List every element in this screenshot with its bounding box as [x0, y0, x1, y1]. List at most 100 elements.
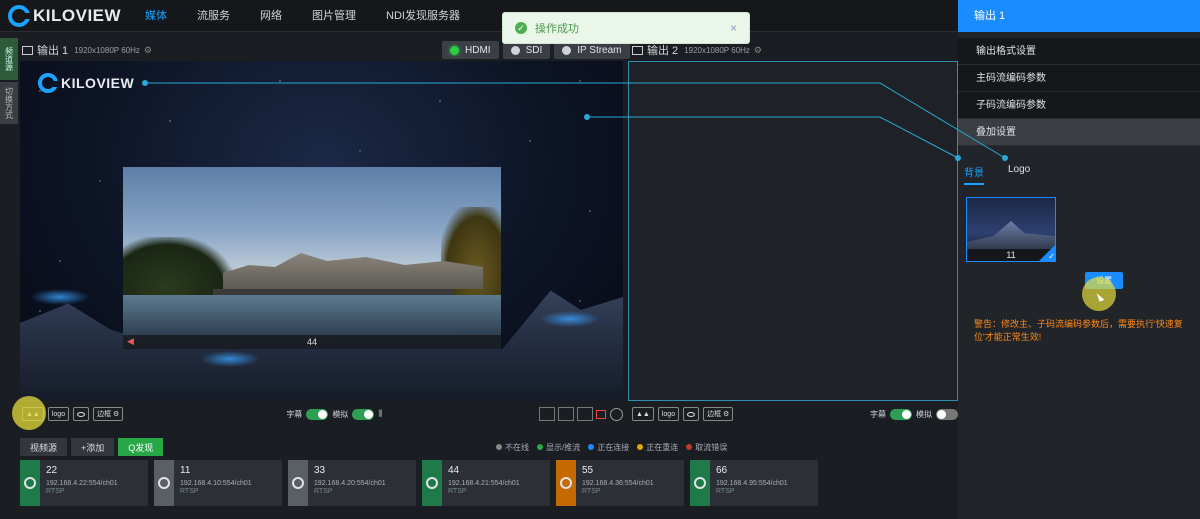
selected-check-icon: ✓: [1039, 245, 1055, 261]
legend-label: 正在连接: [597, 442, 630, 452]
output1-canvas[interactable]: KILOVIEW 44 ◀: [20, 61, 623, 401]
source-card[interactable]: 11 192.168.4.10:554/ch01 RTSP: [154, 460, 282, 506]
status-dot-icon: [510, 45, 520, 55]
source-icon: [292, 477, 304, 489]
eye-shape: [77, 411, 86, 417]
minus-circle-icon[interactable]: [610, 407, 623, 421]
menu-item-sub-stream-encoding[interactable]: 子码流编码参数: [958, 92, 1200, 119]
source-info: 44 192.168.4.21:554/ch01 RTSP: [442, 460, 526, 506]
source-card[interactable]: 22 192.168.4.22:554/ch01 RTSP: [20, 460, 148, 506]
source-name: 22: [46, 465, 58, 476]
source-status-strip: [154, 460, 174, 506]
logo-button[interactable]: logo: [657, 407, 680, 421]
side-tab-switch-mode[interactable]: 切换方式: [0, 82, 18, 124]
pip-window[interactable]: 44 ◀: [123, 167, 501, 349]
side-tab-channel-source[interactable]: 频道源: [0, 38, 18, 80]
output1-title: 输出 1: [37, 45, 69, 57]
tab-hdmi[interactable]: HDMI: [442, 41, 499, 59]
menu-item-main-stream-encoding[interactable]: 主码流编码参数: [958, 65, 1200, 92]
source-protocol: RTSP: [582, 488, 601, 495]
close-icon[interactable]: ×: [730, 21, 737, 35]
source-info: 66 192.168.4.95:554/ch01 RTSP: [710, 460, 794, 506]
nav-item-stream-service[interactable]: 流服务: [182, 0, 245, 32]
border-label: 边框: [97, 411, 112, 418]
legend-label: 正在重连: [646, 442, 679, 452]
eye-icon[interactable]: [683, 407, 700, 421]
check-mark: ✓: [1048, 252, 1055, 261]
logo-ring-icon: [38, 73, 59, 93]
add-button[interactable]: +添加: [71, 438, 115, 456]
output2-resolution: 1920x1080P 60Hz: [684, 45, 750, 55]
legend-reconnecting: 正在重连: [637, 442, 678, 453]
tab-logo[interactable]: Logo: [1008, 164, 1030, 185]
menu-item-output-format[interactable]: 输出格式设置: [958, 38, 1200, 65]
legend-label: 显示/推流: [546, 442, 581, 452]
discover-button[interactable]: Q发现: [118, 438, 164, 456]
speaker-icon[interactable]: ◀: [127, 336, 134, 347]
border-label: 边框: [707, 411, 722, 418]
source-name: 66: [716, 465, 728, 476]
legend-offline: 不在线: [496, 442, 529, 453]
gear-icon[interactable]: ⚙: [754, 45, 762, 56]
source-protocol: RTSP: [716, 488, 735, 495]
eye-icon[interactable]: [73, 407, 90, 421]
nav-menu: 媒体 流服务 网络 图片管理 NDI发现服务器: [130, 0, 475, 32]
status-dot-icon: [450, 45, 459, 55]
image-button[interactable]: ▲▲: [632, 407, 654, 421]
border-button[interactable]: 边框 ⚙: [93, 407, 124, 421]
legend-connecting: 正在连接: [588, 442, 629, 453]
nav-item-network[interactable]: 网络: [245, 0, 297, 32]
menu-item-overlay-settings[interactable]: 叠加设置: [958, 119, 1200, 146]
logo-ring-icon: [8, 5, 31, 27]
source-url: 192.168.4.95:554/ch01: [716, 480, 788, 487]
output1-toolbar: ▲▲ logo 边框 ⚙ 字幕 模拟 ⫼: [20, 404, 623, 424]
source-icon: [158, 477, 170, 489]
legend-dot-icon: [588, 444, 595, 451]
subtitle-toggle[interactable]: [890, 408, 912, 420]
record-icon[interactable]: [596, 409, 606, 419]
logo-overlay[interactable]: KILOVIEW: [38, 73, 134, 93]
source-info: 11 192.168.4.10:554/ch01 RTSP: [174, 460, 258, 506]
tab-sdi-label: SDI: [525, 44, 543, 56]
tab-hdmi-label: HDMI: [465, 44, 491, 56]
subtitle-toggle[interactable]: [306, 408, 329, 420]
warning-text: 警告：修改主、子码流编码参数后，需要执行'快速复位'才能正常生效!: [974, 319, 1183, 342]
source-status-strip: [288, 460, 308, 506]
source-card[interactable]: 55 192.168.4.36:554/ch01 RTSP: [556, 460, 684, 506]
layout-quad-icon[interactable]: [558, 407, 574, 421]
source-card[interactable]: 44 192.168.4.21:554/ch01 RTSP: [422, 460, 550, 506]
app-root: KILOVIEW 媒体 流服务 网络 图片管理 NDI发现服务器 ✓ 操作成功 …: [0, 0, 1200, 519]
logo-button[interactable]: logo: [47, 407, 70, 421]
source-name: 44: [448, 465, 460, 476]
analog-toggle[interactable]: [936, 408, 958, 420]
border-button[interactable]: 边框 ⚙: [703, 407, 734, 421]
success-toast: ✓ 操作成功 ×: [502, 12, 750, 44]
layout-split-icon[interactable]: [577, 407, 593, 421]
background-thumbnail[interactable]: 11 ✓: [966, 197, 1056, 262]
top-nav: KILOVIEW 媒体 流服务 网络 图片管理 NDI发现服务器: [0, 0, 958, 32]
image-icon: [22, 45, 33, 55]
source-icon: [24, 477, 36, 489]
source-name: 11: [180, 465, 191, 476]
nav-item-media[interactable]: 媒体: [130, 0, 182, 32]
legend-dot-icon: [496, 444, 502, 451]
layout-single-icon[interactable]: [539, 407, 555, 421]
analog-toggle[interactable]: [352, 408, 375, 420]
pip-label: 44: [123, 335, 501, 349]
gear-icon[interactable]: ⚙: [144, 45, 152, 56]
legend-error: 取流错误: [686, 442, 727, 453]
video-source-button[interactable]: 视频源: [20, 438, 68, 456]
sliders-icon[interactable]: ⫼: [378, 409, 382, 419]
source-protocol: RTSP: [180, 488, 199, 495]
tab-background[interactable]: 背景: [964, 164, 984, 185]
output2-canvas[interactable]: [628, 61, 958, 401]
glow-decoration: [200, 351, 260, 367]
source-status-strip: [20, 460, 40, 506]
nav-item-ndi-discovery[interactable]: NDI发现服务器: [371, 0, 475, 32]
legend-dot-icon: [686, 444, 693, 451]
source-card[interactable]: 33 192.168.4.20:554/ch01 RTSP: [288, 460, 416, 506]
nav-item-image-manage[interactable]: 图片管理: [297, 0, 371, 32]
settings-panel-title: 输出 1: [958, 0, 1200, 32]
source-status-strip: [690, 460, 710, 506]
source-card[interactable]: 66 192.168.4.95:554/ch01 RTSP: [690, 460, 818, 506]
